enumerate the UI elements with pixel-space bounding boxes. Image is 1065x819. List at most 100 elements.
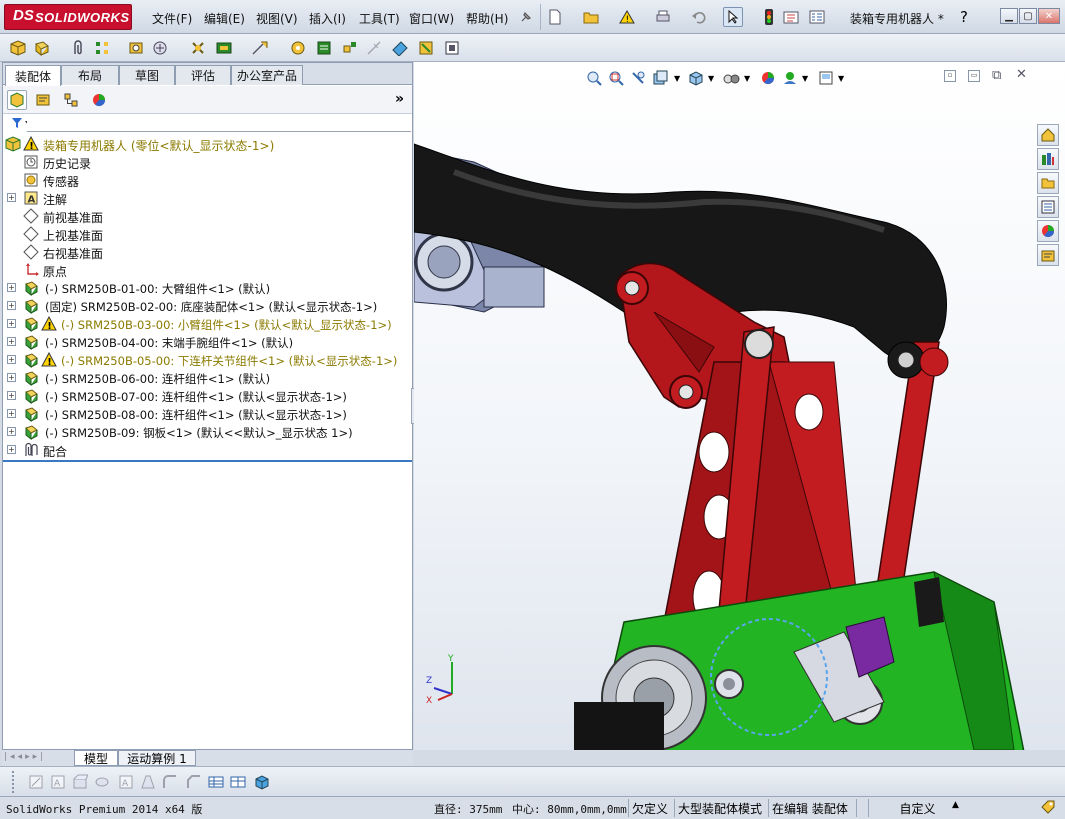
file-explorer-icon[interactable] bbox=[1037, 172, 1059, 194]
tree-item-component[interactable]: + (-) SRM250B-06-00: 连杆组件<1> (默认) bbox=[3, 369, 412, 387]
assembly-features-icon[interactable] bbox=[214, 38, 234, 58]
tab-office-products[interactable]: 办公室产品 bbox=[231, 65, 303, 85]
tab-assembly[interactable]: 装配体 bbox=[5, 65, 61, 86]
zoom-to-area-icon[interactable] bbox=[606, 68, 626, 88]
rebuild-warning-icon[interactable]: ! bbox=[617, 7, 637, 27]
dropdown-arrow-icon[interactable]: ▼ bbox=[674, 74, 680, 83]
print-icon[interactable] bbox=[653, 7, 673, 27]
tree-item-mates[interactable]: + 配合 bbox=[3, 441, 412, 459]
viewport-tile-icon[interactable]: ⧉ bbox=[992, 68, 1006, 83]
tree-item-component[interactable]: +! (-) SRM250B-05-00: 下连杆关节组件<1> (默认<显示状态… bbox=[3, 351, 412, 369]
viewport-close-icon[interactable]: ✕ bbox=[1016, 67, 1030, 82]
display-manager-icon[interactable] bbox=[89, 90, 109, 110]
dropdown-arrow-icon[interactable]: ▼ bbox=[708, 74, 714, 83]
tree-item-annotations[interactable]: + A 注解 bbox=[3, 189, 412, 207]
show-hidden-icon[interactable] bbox=[188, 38, 208, 58]
large-assembly-mode[interactable]: 大型装配体模式 bbox=[674, 799, 765, 817]
tab-scroll-arrows[interactable]: |◂◂▸▸| bbox=[4, 752, 72, 764]
help-icon[interactable]: ? bbox=[960, 8, 968, 26]
view-orientation-icon[interactable] bbox=[686, 68, 706, 88]
filter-icon[interactable] bbox=[11, 117, 31, 129]
tree-item-origin[interactable]: 原点 bbox=[3, 261, 412, 279]
new-part-icon[interactable] bbox=[32, 38, 52, 58]
tree-item-component[interactable]: +! (-) SRM250B-03-00: 小臂组件<1> (默认<默认_显示状态… bbox=[3, 315, 412, 333]
menu-help[interactable]: 帮助(H) bbox=[466, 10, 508, 27]
grid-table-icon[interactable] bbox=[228, 772, 248, 792]
tree-item-front-plane[interactable]: 前视基准面 bbox=[3, 207, 412, 225]
explode-line-sketch-icon[interactable] bbox=[364, 38, 384, 58]
viewport-split-icon[interactable]: ▫ bbox=[944, 70, 956, 82]
menu-insert[interactable]: 插入(I) bbox=[309, 10, 346, 27]
configuration-manager-icon[interactable] bbox=[61, 90, 81, 110]
swept-boss-icon[interactable]: A bbox=[116, 772, 136, 792]
tree-item-history[interactable]: 历史记录 bbox=[3, 153, 412, 171]
tree-item-top-plane[interactable]: 上视基准面 bbox=[3, 225, 412, 243]
exploded-view-icon[interactable] bbox=[340, 38, 360, 58]
table-icon[interactable] bbox=[206, 772, 226, 792]
properties-icon[interactable] bbox=[807, 7, 827, 27]
tab-evaluate[interactable]: 评估 bbox=[175, 65, 231, 85]
chamfer-icon[interactable] bbox=[184, 772, 204, 792]
tree-item-component[interactable]: + (固定) SRM250B-02-00: 底座装配体<1> (默认<显示状态-1… bbox=[3, 297, 412, 315]
apply-scene-icon[interactable] bbox=[780, 68, 800, 88]
viewport-restore-icon[interactable]: ▭ bbox=[968, 70, 980, 82]
tree-filter-input[interactable] bbox=[27, 115, 411, 132]
tab-sketch[interactable]: 草图 bbox=[119, 65, 175, 85]
new-motion-study-icon[interactable] bbox=[288, 38, 308, 58]
previous-view-icon[interactable] bbox=[628, 68, 648, 88]
dropdown-arrow-icon[interactable]: ▼ bbox=[744, 74, 750, 83]
linear-pattern-icon[interactable] bbox=[92, 38, 112, 58]
menu-edit[interactable]: 编辑(E) bbox=[204, 10, 245, 27]
tree-item-component[interactable]: + (-) SRM250B-09: 钢板<1> (默认<<默认>_显示状态 1>) bbox=[3, 423, 412, 441]
section-view-icon[interactable] bbox=[650, 68, 670, 88]
sketch-tool-icon[interactable] bbox=[26, 772, 46, 792]
custom-properties-icon[interactable] bbox=[1037, 244, 1059, 266]
expand-toggle[interactable]: + bbox=[7, 427, 16, 436]
extrude-boss-icon[interactable] bbox=[70, 772, 90, 792]
smart-dimension-icon[interactable]: A bbox=[48, 772, 68, 792]
move-component-icon[interactable] bbox=[150, 38, 170, 58]
expand-toggle[interactable]: + bbox=[7, 193, 16, 202]
minimize-button[interactable]: ▁ bbox=[1000, 8, 1018, 24]
property-manager-icon[interactable] bbox=[33, 90, 53, 110]
display-style-icon[interactable] bbox=[722, 68, 742, 88]
tree-item-component[interactable]: + (-) SRM250B-04-00: 末端手腕组件<1> (默认) bbox=[3, 333, 412, 351]
design-library-icon[interactable] bbox=[1037, 148, 1059, 170]
insert-component-icon[interactable] bbox=[8, 38, 28, 58]
graphics-area[interactable]: ▼ ▼ ▼ ▼ ▼ ▫ ▭ ⧉ ✕ Y Z X bbox=[414, 62, 1065, 750]
menu-view[interactable]: 视图(V) bbox=[256, 10, 298, 27]
3d-box-icon[interactable] bbox=[252, 772, 272, 792]
lofted-boss-icon[interactable] bbox=[138, 772, 158, 792]
dropdown-arrow-icon[interactable]: ▼ bbox=[802, 74, 808, 83]
tree-item-component[interactable]: + (-) SRM250B-08-00: 连杆组件<1> (默认<显示状态-1>) bbox=[3, 405, 412, 423]
options-icon[interactable] bbox=[781, 7, 801, 27]
tree-item-sensors[interactable]: 传感器 bbox=[3, 171, 412, 189]
expand-toggle[interactable]: + bbox=[7, 319, 16, 328]
menu-tools[interactable]: 工具(T) bbox=[359, 10, 400, 27]
view-settings-icon[interactable] bbox=[816, 68, 836, 88]
expand-toggle[interactable]: + bbox=[7, 337, 16, 346]
expand-chevron-icon[interactable]: » bbox=[395, 91, 404, 107]
expand-toggle[interactable]: + bbox=[7, 409, 16, 418]
bill-of-materials-icon[interactable] bbox=[314, 38, 334, 58]
tree-item-component[interactable]: + (-) SRM250B-01-00: 大臂组件<1> (默认) bbox=[3, 279, 412, 297]
home-icon[interactable] bbox=[1037, 124, 1059, 146]
expand-toggle[interactable]: + bbox=[7, 301, 16, 310]
mate-clip-icon[interactable] bbox=[68, 38, 88, 58]
maximize-button[interactable]: ▢ bbox=[1019, 8, 1037, 24]
select-arrow-icon[interactable] bbox=[723, 7, 743, 27]
menu-file[interactable]: 文件(F) bbox=[152, 10, 192, 27]
appearances-icon[interactable] bbox=[1037, 220, 1059, 242]
revolve-boss-icon[interactable] bbox=[92, 772, 112, 792]
tab-model[interactable]: 模型 bbox=[74, 750, 118, 766]
units-up-arrow-icon[interactable]: ▲ bbox=[952, 800, 959, 810]
interference-detection-icon[interactable] bbox=[390, 38, 410, 58]
robot-arm-model[interactable] bbox=[414, 62, 1065, 750]
view-palette-icon[interactable] bbox=[1037, 196, 1059, 218]
menu-window[interactable]: 窗口(W) bbox=[409, 10, 454, 27]
tab-layout[interactable]: 布局 bbox=[61, 65, 119, 85]
tag-icon[interactable] bbox=[1040, 799, 1056, 815]
undo-icon[interactable] bbox=[689, 7, 709, 27]
solidworks-logo[interactable]: DS SOLIDWORKS bbox=[4, 4, 132, 30]
pin-icon[interactable] bbox=[516, 7, 536, 27]
